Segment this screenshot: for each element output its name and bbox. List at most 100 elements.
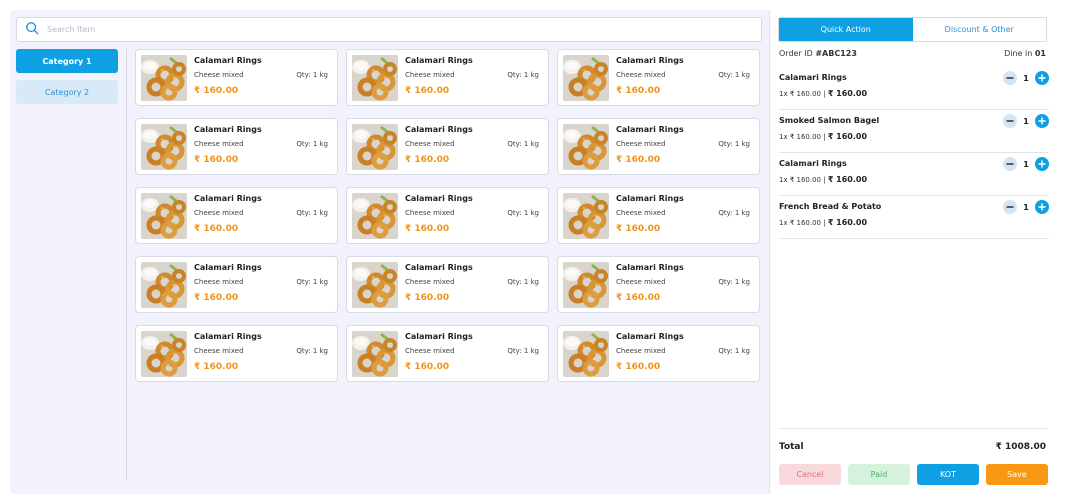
order-item: Calamari Rings 1x ₹ 160.00 | ₹ 160.00 1: [779, 153, 1049, 196]
order-item-name: French Bread & Potato: [779, 202, 882, 211]
total-divider: [779, 428, 1047, 429]
panel-tabs: Quick Action Discount & Other: [778, 17, 1047, 42]
product-image: [352, 262, 398, 308]
total-label: Total: [779, 442, 804, 452]
product-image: [563, 55, 609, 101]
product-card[interactable]: Calamari Rings Cheese mixed Qty: 1 kg ₹ 160…: [557, 325, 760, 382]
order-id-value: #ABC123: [815, 49, 857, 58]
product-card[interactable]: Calamari Rings Cheese mixed Qty: 1 kg ₹ 160…: [135, 49, 338, 106]
search-input[interactable]: [47, 25, 727, 34]
product-name: Calamari Rings: [616, 125, 684, 134]
product-image: [141, 331, 187, 377]
product-name: Calamari Rings: [194, 125, 262, 134]
product-price: ₹ 160.00: [194, 224, 239, 234]
product-card[interactable]: Calamari Rings Cheese mixed Qty: 1 kg ₹ 160…: [557, 118, 760, 175]
total-value: ₹ 1008.00: [995, 442, 1046, 452]
save-button[interactable]: Save: [986, 464, 1048, 485]
quantity-stepper: 1: [1003, 71, 1049, 85]
cancel-button[interactable]: Cancel: [779, 464, 841, 485]
order-item-qty: 1: [1023, 73, 1029, 83]
product-price: ₹ 160.00: [405, 224, 450, 234]
order-item-unit-price: 1x ₹ 160.00 |: [779, 90, 826, 98]
product-image: [141, 193, 187, 239]
product-description: Cheese mixed: [616, 278, 666, 286]
order-item-line: 1x ₹ 160.00 | ₹ 160.00: [779, 132, 867, 141]
category-1-button[interactable]: Category 1: [16, 49, 118, 73]
plus-icon[interactable]: [1035, 71, 1049, 85]
product-image: [563, 262, 609, 308]
product-card[interactable]: Calamari Rings Cheese mixed Qty: 1 kg ₹ 160…: [135, 118, 338, 175]
product-card[interactable]: Calamari Rings Cheese mixed Qty: 1 kg ₹ 160…: [346, 325, 549, 382]
product-card[interactable]: Calamari Rings Cheese mixed Qty: 1 kg ₹ 160…: [346, 256, 549, 313]
product-card[interactable]: Calamari Rings Cheese mixed Qty: 1 kg ₹ 160…: [135, 256, 338, 313]
product-description: Cheese mixed: [194, 71, 244, 79]
category-2-button[interactable]: Category 2: [16, 80, 118, 104]
product-image: [352, 331, 398, 377]
product-description: Cheese mixed: [194, 140, 244, 148]
product-price: ₹ 160.00: [616, 224, 661, 234]
dine-in-label: Dine in: [1004, 49, 1033, 58]
minus-icon[interactable]: [1003, 200, 1017, 214]
product-price: ₹ 160.00: [194, 155, 239, 165]
category-list: Category 1 Category 2: [16, 49, 118, 111]
product-card[interactable]: Calamari Rings Cheese mixed Qty: 1 kg ₹ 160…: [346, 187, 549, 244]
pos-app: Category 1 Category 2 Calamari Rings Chee…: [10, 10, 1054, 494]
product-description: Cheese mixed: [405, 71, 455, 79]
search-bar[interactable]: [16, 17, 762, 42]
product-qty: Qty: 1 kg: [296, 140, 328, 148]
product-image: [352, 55, 398, 101]
product-description: Cheese mixed: [194, 209, 244, 217]
order-item-unit-price: 1x ₹ 160.00 |: [779, 176, 826, 184]
product-image: [352, 193, 398, 239]
plus-icon[interactable]: [1035, 157, 1049, 171]
minus-icon[interactable]: [1003, 114, 1017, 128]
order-item-name: Calamari Rings: [779, 73, 847, 82]
product-description: Cheese mixed: [616, 209, 666, 217]
minus-icon[interactable]: [1003, 71, 1017, 85]
product-card[interactable]: Calamari Rings Cheese mixed Qty: 1 kg ₹ 160…: [346, 49, 549, 106]
product-name: Calamari Rings: [405, 263, 473, 272]
product-qty: Qty: 1 kg: [718, 278, 750, 286]
product-card[interactable]: Calamari Rings Cheese mixed Qty: 1 kg ₹ 160…: [346, 118, 549, 175]
product-description: Cheese mixed: [616, 140, 666, 148]
product-card[interactable]: Calamari Rings Cheese mixed Qty: 1 kg ₹ 160…: [135, 187, 338, 244]
tab-quick-action[interactable]: Quick Action: [779, 18, 913, 41]
product-qty: Qty: 1 kg: [296, 209, 328, 217]
tab-discount-other[interactable]: Discount & Other: [912, 18, 1046, 41]
plus-icon[interactable]: [1035, 200, 1049, 214]
dine-in: Dine in 01: [1004, 49, 1046, 58]
product-price: ₹ 160.00: [616, 293, 661, 303]
paid-button[interactable]: Paid: [848, 464, 910, 485]
product-image: [141, 124, 187, 170]
kot-button[interactable]: KOT: [917, 464, 979, 485]
order-item-name: Smoked Salmon Bagel: [779, 116, 880, 125]
product-qty: Qty: 1 kg: [507, 140, 539, 148]
product-price: ₹ 160.00: [405, 86, 450, 96]
product-image: [352, 124, 398, 170]
product-card[interactable]: Calamari Rings Cheese mixed Qty: 1 kg ₹ 160…: [557, 49, 760, 106]
product-description: Cheese mixed: [616, 347, 666, 355]
plus-icon[interactable]: [1035, 114, 1049, 128]
product-image: [563, 124, 609, 170]
order-item: Smoked Salmon Bagel 1x ₹ 160.00 | ₹ 160.0…: [779, 110, 1049, 153]
product-name: Calamari Rings: [616, 332, 684, 341]
order-item-line-total: ₹ 160.00: [827, 218, 868, 227]
product-qty: Qty: 1 kg: [718, 209, 750, 217]
product-card[interactable]: Calamari Rings Cheese mixed Qty: 1 kg ₹ 160…: [557, 256, 760, 313]
order-item-name: Calamari Rings: [779, 159, 847, 168]
order-item-line: 1x ₹ 160.00 | ₹ 160.00: [779, 218, 867, 227]
order-id: Order ID #ABC123: [779, 49, 857, 58]
order-item-line-total: ₹ 160.00: [827, 132, 868, 141]
divider: [126, 49, 127, 481]
quantity-stepper: 1: [1003, 157, 1049, 171]
dine-in-value: 01: [1034, 49, 1046, 58]
order-item-qty: 1: [1023, 159, 1029, 169]
order-item-line: 1x ₹ 160.00 | ₹ 160.00: [779, 175, 867, 184]
product-card[interactable]: Calamari Rings Cheese mixed Qty: 1 kg ₹ 160…: [135, 325, 338, 382]
product-name: Calamari Rings: [405, 332, 473, 341]
product-price: ₹ 160.00: [616, 362, 661, 372]
minus-icon[interactable]: [1003, 157, 1017, 171]
product-card[interactable]: Calamari Rings Cheese mixed Qty: 1 kg ₹ 160…: [557, 187, 760, 244]
order-panel: Quick Action Discount & Other Order ID #…: [769, 10, 1054, 494]
product-name: Calamari Rings: [616, 56, 684, 65]
